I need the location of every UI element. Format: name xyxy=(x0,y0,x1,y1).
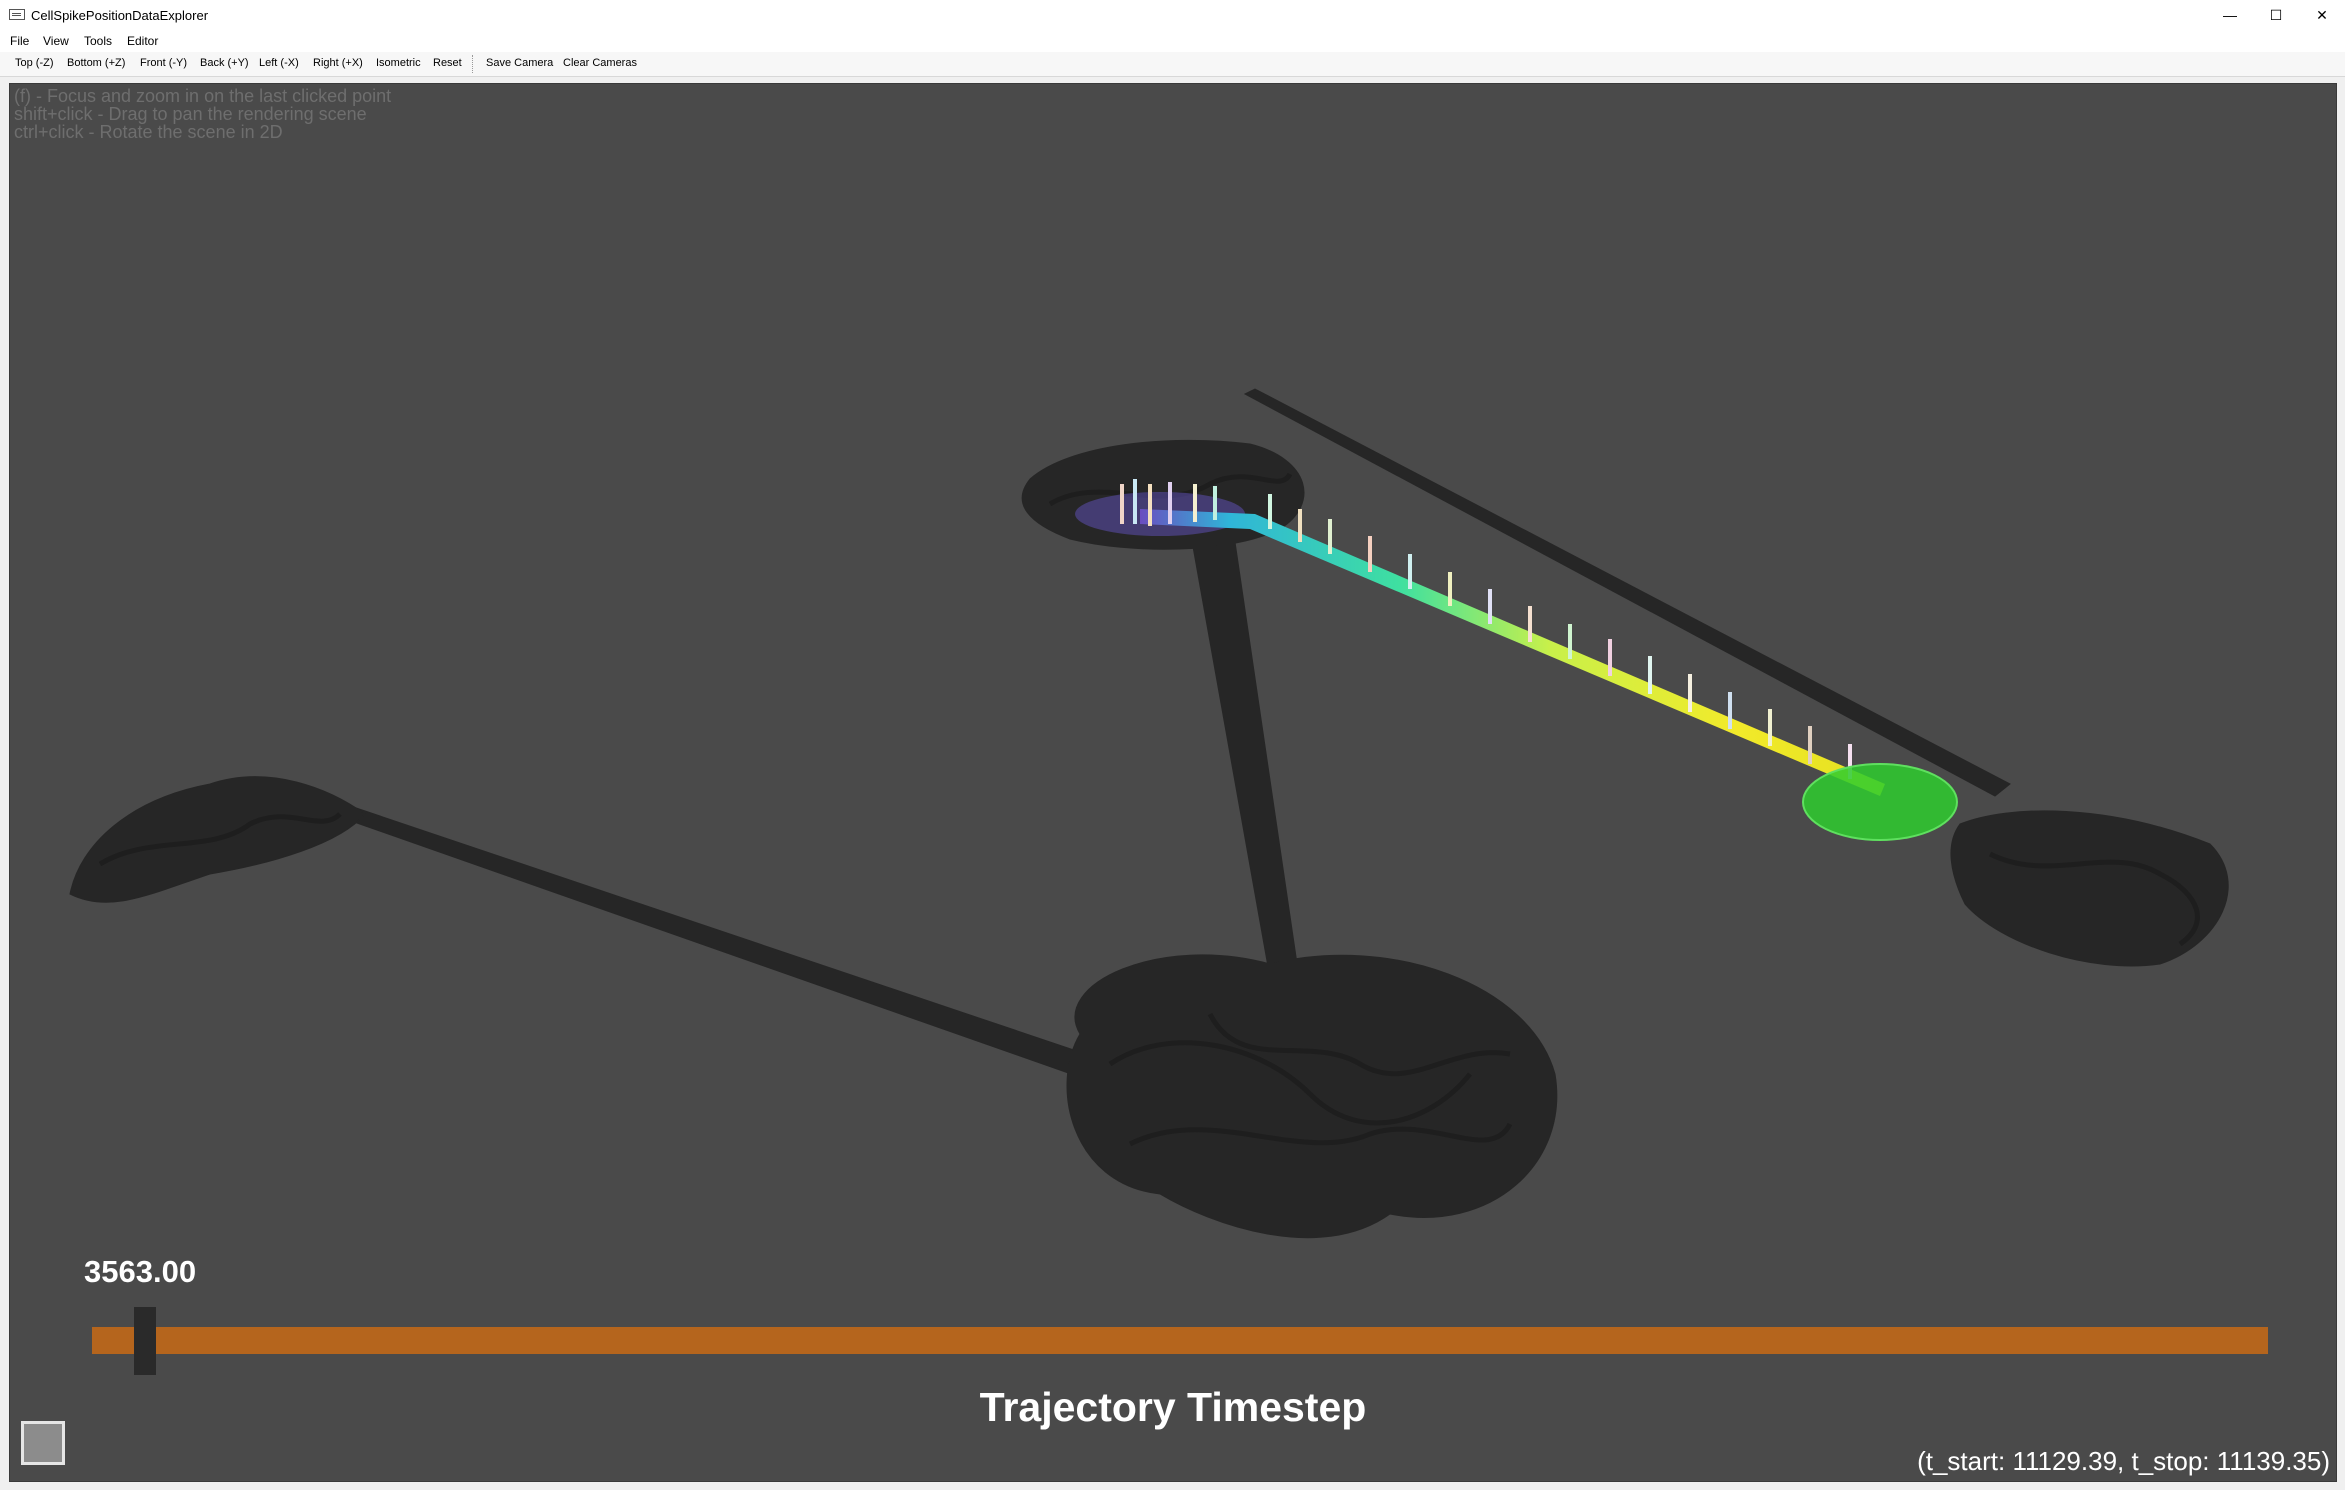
3d-scene[interactable] xyxy=(10,84,2336,1481)
minimize-button[interactable]: — xyxy=(2207,0,2253,30)
view-isometric-button[interactable]: Isometric xyxy=(376,57,421,69)
slider-value: 3563.00 xyxy=(84,1254,197,1289)
camera-toolbar: Top (-Z) Bottom (+Z) Front (-Y) Back (+Y… xyxy=(0,52,2345,77)
toggle-checkbox[interactable] xyxy=(21,1421,65,1465)
timestep-slider-track[interactable] xyxy=(92,1327,2268,1354)
view-left-button[interactable]: Left (-X) xyxy=(259,57,299,69)
title-bar: CellSpikePositionDataExplorer — ☐ ✕ xyxy=(0,0,2345,30)
maximize-button[interactable]: ☐ xyxy=(2253,0,2299,30)
view-front-button[interactable]: Front (-Y) xyxy=(140,57,187,69)
window-title: CellSpikePositionDataExplorer xyxy=(31,8,209,23)
render-viewport[interactable]: (f) - Focus and zoom in on the last clic… xyxy=(9,83,2337,1482)
timestep-slider-handle[interactable] xyxy=(134,1307,156,1375)
view-reset-button[interactable]: Reset xyxy=(433,57,462,69)
save-camera-button[interactable]: Save Camera xyxy=(486,57,553,69)
view-top-button[interactable]: Top (-Z) xyxy=(15,57,54,69)
slider-title: Trajectory Timestep xyxy=(979,1384,1367,1430)
menu-editor[interactable]: Editor xyxy=(127,34,158,48)
app-icon xyxy=(9,9,25,20)
menu-file[interactable]: File xyxy=(10,34,29,48)
view-right-button[interactable]: Right (+X) xyxy=(313,57,363,69)
view-bottom-button[interactable]: Bottom (+Z) xyxy=(67,57,125,69)
menu-bar: File View Tools Editor xyxy=(0,30,2345,52)
clear-cameras-button[interactable]: Clear Cameras xyxy=(563,57,637,69)
toolbar-separator xyxy=(472,55,473,73)
time-range-label: (t_start: 11129.39, t_stop: 11139.35) xyxy=(1917,1446,2330,1476)
menu-tools[interactable]: Tools xyxy=(84,34,112,48)
view-back-button[interactable]: Back (+Y) xyxy=(200,57,249,69)
menu-view[interactable]: View xyxy=(43,34,69,48)
current-position-marker xyxy=(1802,763,1958,841)
close-button[interactable]: ✕ xyxy=(2299,0,2345,30)
